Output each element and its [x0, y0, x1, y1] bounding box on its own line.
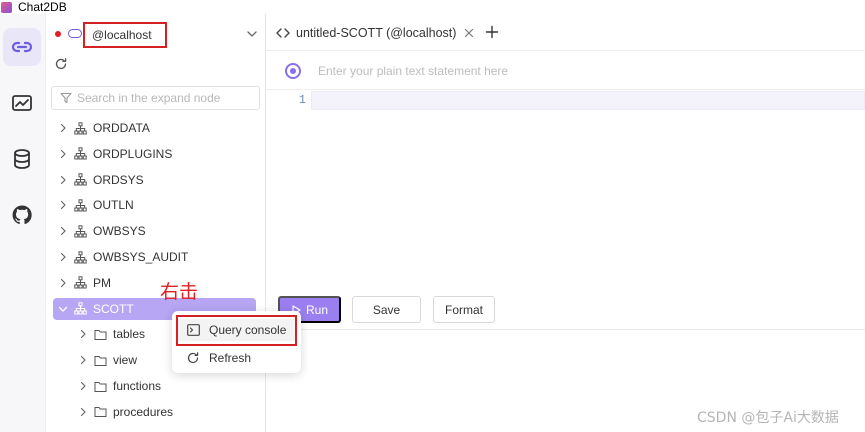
- tree-item-label: OWBSYS_AUDIT: [93, 250, 189, 264]
- menu-item-label: Query console: [209, 323, 287, 337]
- schema-icon: [74, 147, 87, 160]
- tree-item-label: PM: [93, 275, 111, 290]
- ai-assistant-icon[interactable]: [284, 62, 302, 80]
- chevron-right-icon[interactable]: [58, 175, 68, 185]
- watermark: CSDN @包子Ai大数据: [697, 410, 839, 426]
- current-line-highlight: [311, 91, 865, 110]
- folder-icon: [94, 355, 107, 366]
- tree-item-schema[interactable]: ORDPLUGINS: [46, 143, 266, 165]
- tab-untitled-scott[interactable]: untitled-SCOTT (@localhost): [266, 14, 476, 51]
- tree-item-schema[interactable]: OUTLN: [46, 194, 266, 216]
- tree-item-schema[interactable]: OWBSYS_AUDIT: [46, 246, 266, 268]
- github-icon[interactable]: [3, 196, 41, 234]
- run-button-label: Run: [305, 302, 328, 317]
- folder-icon: [94, 381, 107, 392]
- editor-line[interactable]: 1: [266, 91, 865, 110]
- menu-item-query-console[interactable]: Query console: [177, 319, 296, 341]
- chevron-right-icon[interactable]: [78, 355, 88, 365]
- connection-type-icon: [68, 29, 82, 38]
- tree-item-label: ORDDATA: [93, 121, 150, 135]
- right-click-annotation: 右击: [160, 281, 199, 303]
- menu-item-refresh[interactable]: Refresh: [177, 347, 296, 369]
- tree-item-schema[interactable]: PM: [46, 272, 266, 294]
- connection-icon[interactable]: [3, 28, 41, 66]
- refresh-icon[interactable]: [54, 57, 68, 71]
- chevron-right-icon[interactable]: [58, 149, 68, 159]
- menu-item-label: Refresh: [209, 351, 252, 365]
- schema-icon: [74, 302, 87, 315]
- chevron-down-icon[interactable]: [58, 304, 68, 314]
- tree-item-label: view: [113, 353, 138, 368]
- save-button[interactable]: Save: [352, 296, 421, 323]
- add-tab-icon[interactable]: [485, 25, 499, 39]
- title-bar: Chat2DB: [0, 0, 865, 14]
- chevron-down-icon[interactable]: [246, 28, 258, 40]
- chevron-right-icon[interactable]: [78, 381, 88, 391]
- line-number: 1: [298, 93, 306, 107]
- filter-icon: [60, 92, 72, 104]
- ai-prompt-input[interactable]: [318, 62, 798, 80]
- chevron-right-icon[interactable]: [58, 278, 68, 288]
- schema-icon: [74, 173, 87, 186]
- folder-icon: [94, 329, 107, 340]
- tree-item-folder[interactable]: functions: [46, 375, 266, 397]
- connection-select[interactable]: @localhost: [83, 22, 167, 48]
- folder-icon: [94, 407, 107, 418]
- tree-item-label: functions: [113, 379, 162, 393]
- connection-selector-row: @localhost: [46, 20, 266, 48]
- code-icon: [276, 27, 290, 38]
- connection-status-dot: [55, 31, 61, 37]
- tree-item-label: procedures: [113, 404, 174, 419]
- chevron-right-icon[interactable]: [78, 329, 88, 339]
- app-logo-icon: [1, 1, 12, 13]
- tree-search-box: [51, 86, 260, 110]
- tab-label: untitled-SCOTT (@localhost): [296, 25, 457, 40]
- tree-search-input[interactable]: [77, 89, 257, 107]
- schema-icon: [74, 121, 87, 134]
- tree-item-label: OWBSYS: [93, 224, 146, 239]
- chevron-right-icon[interactable]: [58, 200, 68, 210]
- refresh-icon: [187, 352, 199, 364]
- schema-icon: [74, 276, 87, 289]
- app-title: Chat2DB: [18, 0, 67, 14]
- tree-item-schema[interactable]: OWBSYS: [46, 220, 266, 242]
- chevron-right-icon[interactable]: [58, 226, 68, 236]
- database-icon[interactable]: [3, 140, 41, 178]
- format-button[interactable]: Format: [433, 296, 495, 323]
- context-menu: Query console Refresh: [172, 311, 301, 373]
- tree-item-schema[interactable]: ORDDATA: [46, 117, 266, 139]
- terminal-icon: [187, 324, 200, 336]
- tree-item-label: SCOTT: [93, 301, 134, 316]
- tree-item-label: ORDSYS: [93, 172, 144, 187]
- tree-item-folder[interactable]: procedures: [46, 401, 266, 423]
- tree-item-schema[interactable]: ORDSYS: [46, 169, 266, 191]
- tab-bar: untitled-SCOTT (@localhost): [266, 14, 865, 51]
- schema-icon: [74, 224, 87, 238]
- result-divider: [266, 329, 865, 330]
- schema-icon: [74, 250, 87, 263]
- chevron-right-icon[interactable]: [78, 407, 88, 417]
- tree-item-label: OUTLN: [93, 198, 134, 213]
- schema-icon: [74, 199, 87, 212]
- tree-item-label: tables: [113, 327, 146, 342]
- activity-bar: [0, 14, 46, 432]
- close-icon[interactable]: [464, 28, 474, 38]
- tree-item-label: ORDPLUGINS: [93, 146, 173, 161]
- dashboard-chart-icon[interactable]: [3, 84, 41, 122]
- chevron-right-icon[interactable]: [58, 252, 68, 262]
- chevron-right-icon[interactable]: [58, 123, 68, 133]
- ai-prompt-row: [266, 52, 865, 90]
